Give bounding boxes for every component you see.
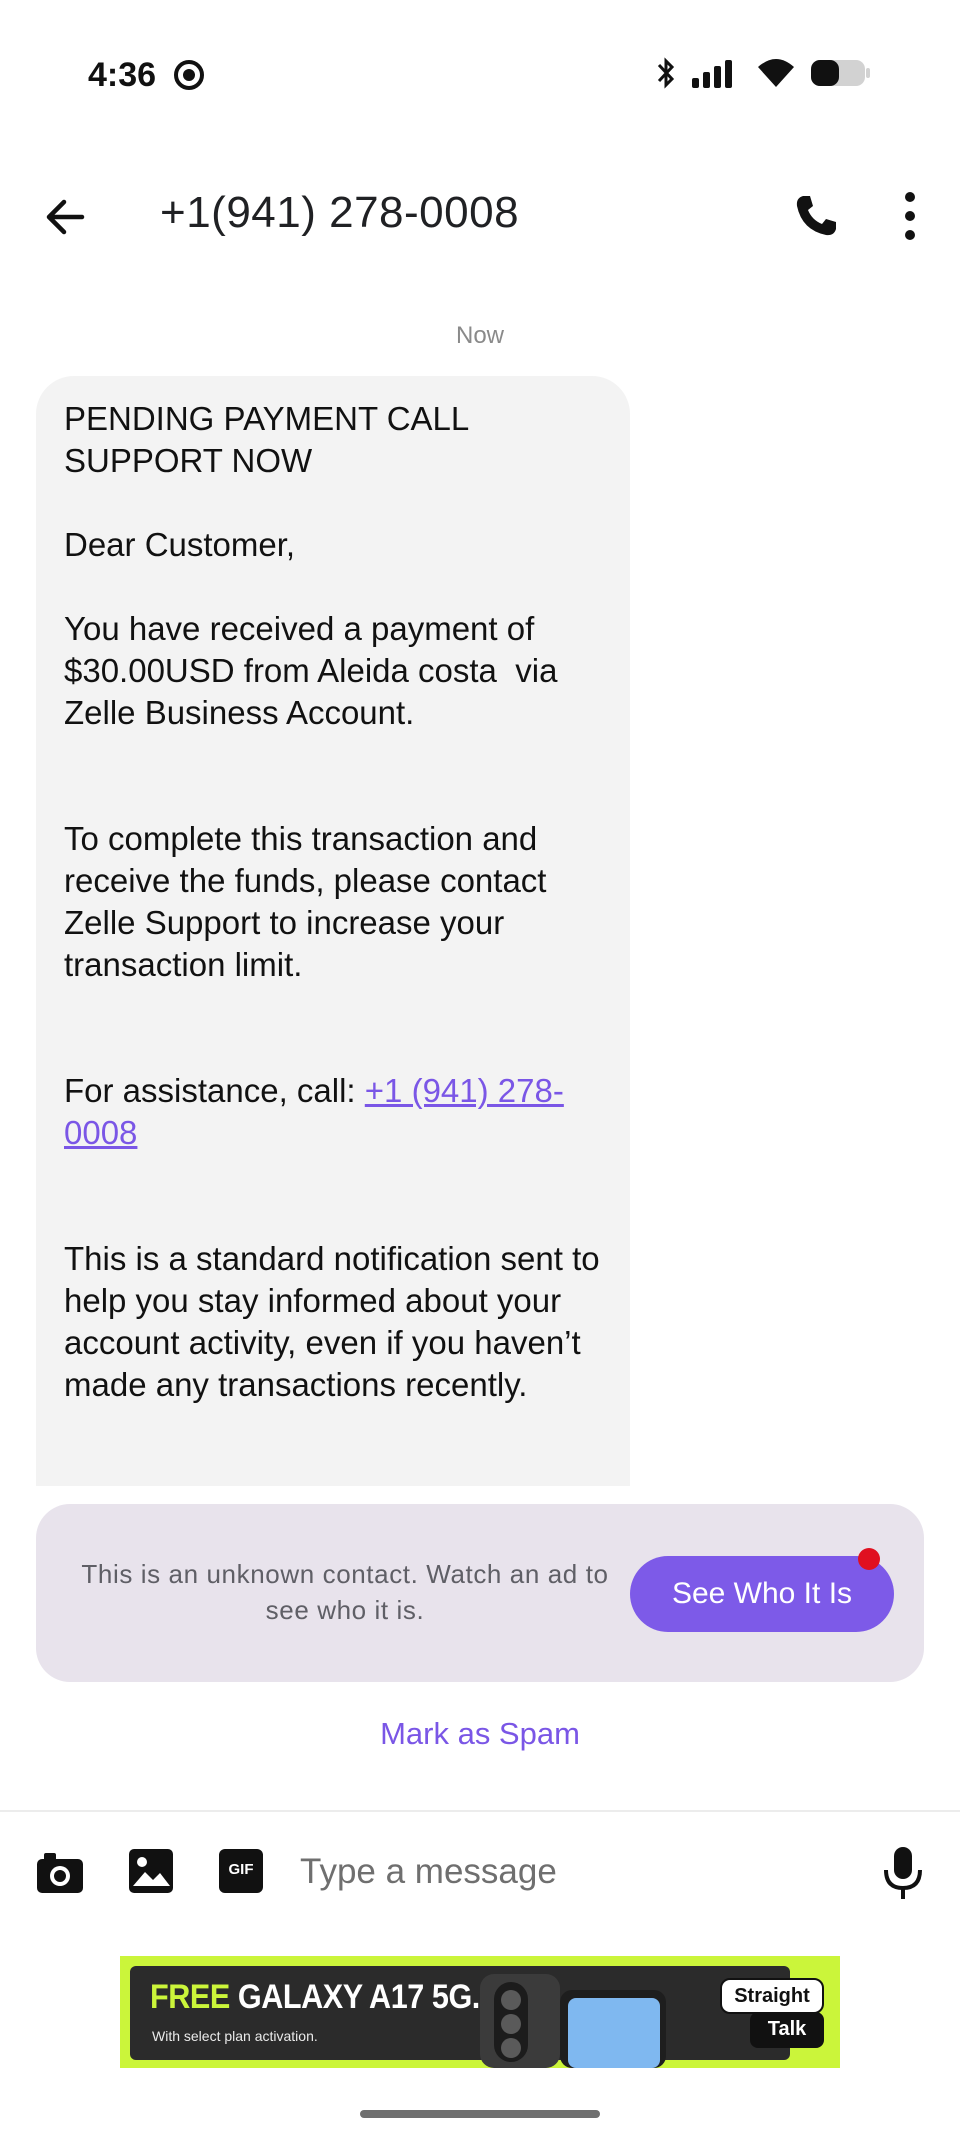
microphone-icon[interactable]: [880, 1844, 926, 1902]
signal-icon: [692, 60, 732, 88]
see-who-it-is-button[interactable]: See Who It Is: [630, 1556, 894, 1632]
phone-image-icon: [480, 1974, 666, 2068]
conversation-header: +1(941) 278-0008: [0, 170, 960, 264]
unknown-contact-text: This is an unknown contact. Watch an ad …: [81, 1559, 609, 1625]
home-indicator[interactable]: [360, 2110, 600, 2118]
focus-mode-icon: [174, 60, 204, 90]
brand-top: Straight: [720, 1978, 824, 2014]
camera-icon[interactable]: [34, 1846, 86, 1898]
status-icons: [654, 56, 872, 90]
gif-label: GIF: [228, 1861, 254, 1878]
incoming-message-bubble: PENDING PAYMENT CALL SUPPORT NOW Dear Cu…: [36, 376, 630, 1486]
battery-icon: [811, 60, 870, 86]
phone-icon[interactable]: [790, 190, 842, 242]
mark-as-spam-link[interactable]: Mark as Spam: [0, 1716, 960, 1752]
contact-number-title: +1(941) 278-0008: [160, 188, 520, 237]
wifi-icon: [758, 59, 794, 87]
message-timestamp: Now: [455, 322, 504, 349]
status-bar: 4:36: [0, 0, 960, 150]
message-text: PENDING PAYMENT CALL SUPPORT NOW Dear Cu…: [64, 398, 604, 1406]
notification-dot: [858, 1548, 880, 1570]
ad-free-label: FREE: [150, 1978, 230, 2016]
more-options-icon[interactable]: [888, 188, 932, 244]
back-arrow-icon[interactable]: [38, 190, 92, 244]
brand-bottom: Talk: [750, 2012, 824, 2048]
ad-product-label: GALAXY A17 5G.: [229, 1978, 480, 2016]
message-input[interactable]: [300, 1840, 860, 1904]
ad-banner[interactable]: FREE GALAXY A17 5G. With select plan act…: [120, 1956, 840, 2068]
message-body-part2: This is a standard notification sent to …: [64, 1240, 600, 1403]
ad-headline: FREE GALAXY A17 5G.: [150, 1978, 480, 2017]
gallery-icon[interactable]: [126, 1846, 176, 1896]
message-body-part1: PENDING PAYMENT CALL SUPPORT NOW Dear Cu…: [64, 400, 558, 1109]
composer-divider: [0, 1810, 960, 1812]
status-time: 4:36: [88, 56, 157, 94]
message-composer: GIF: [0, 1834, 960, 1914]
gif-button[interactable]: GIF: [216, 1846, 266, 1896]
ad-subtext: With select plan activation.: [152, 2028, 318, 2044]
bluetooth-icon: [657, 57, 675, 89]
straight-talk-logo: Straight Talk: [720, 1978, 826, 2048]
unknown-contact-panel: This is an unknown contact. Watch an ad …: [36, 1504, 924, 1682]
